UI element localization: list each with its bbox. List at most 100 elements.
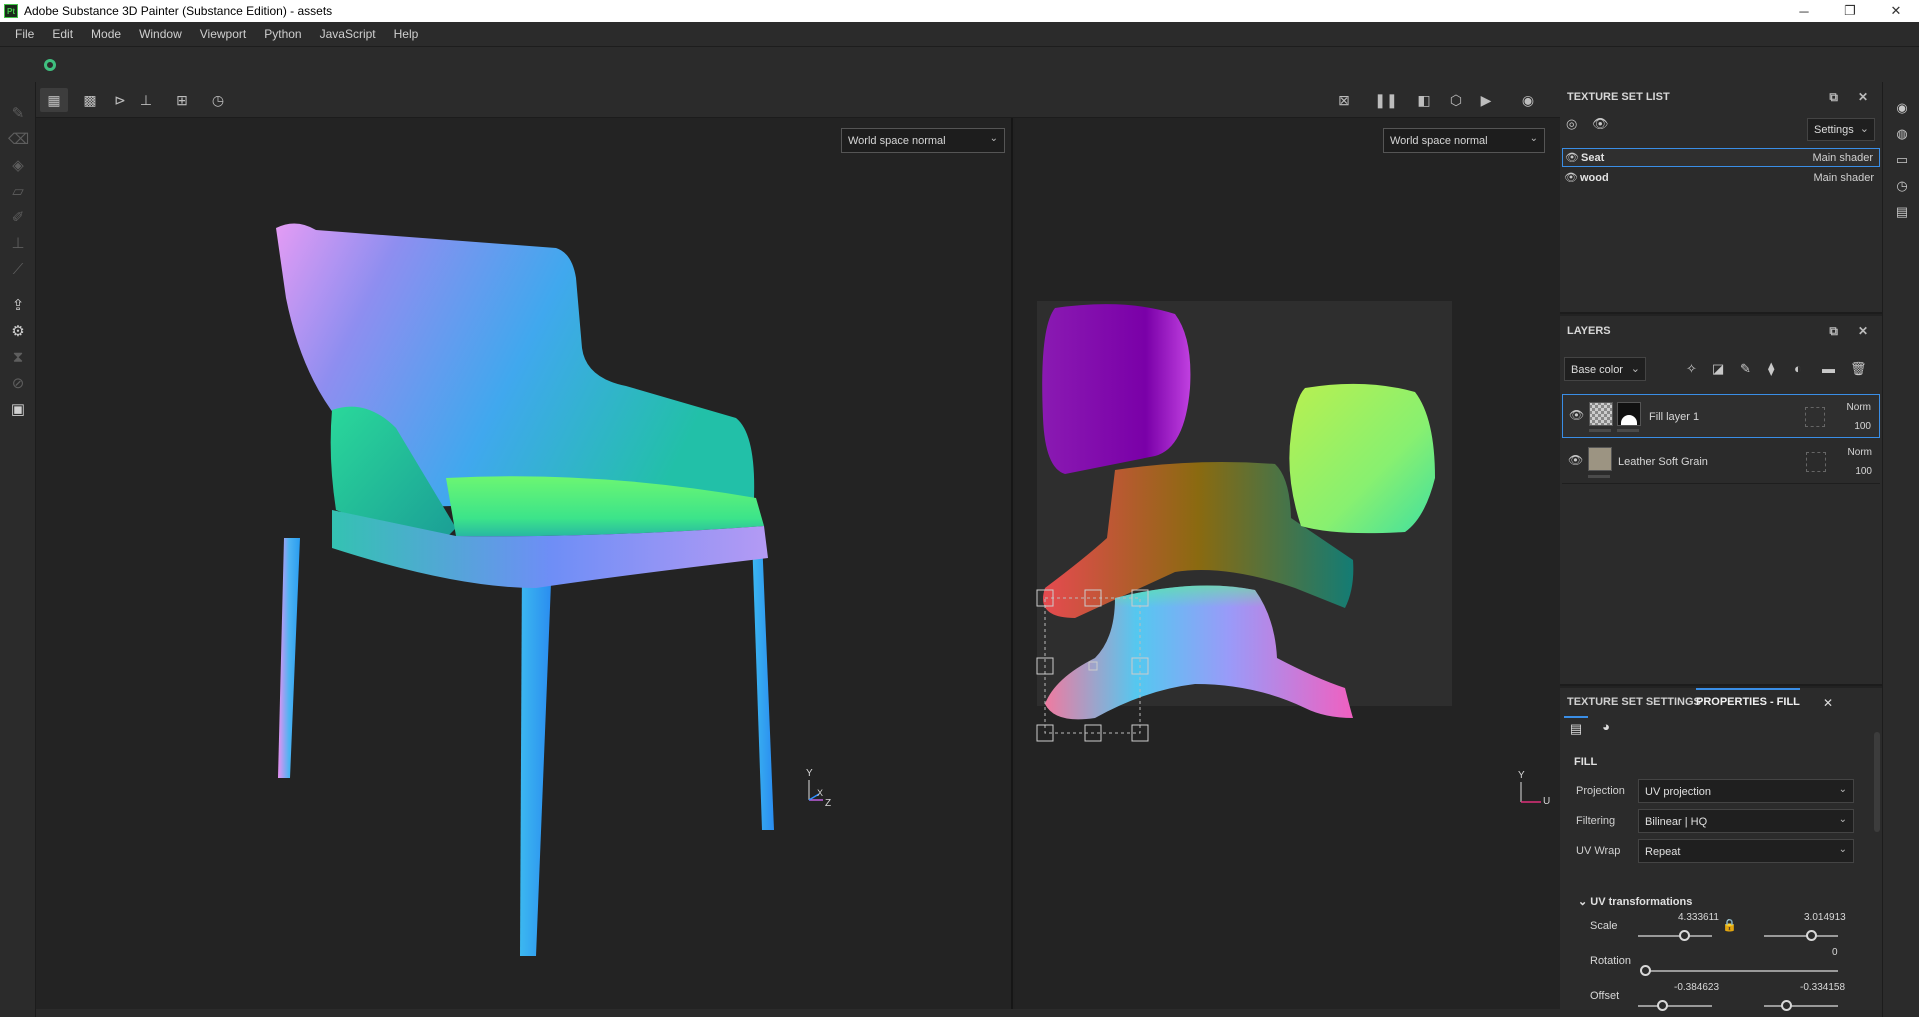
layout-grid-icon[interactable]: ▩ — [76, 88, 104, 112]
offset-v-slider[interactable] — [1764, 1005, 1838, 1007]
add-effect-icon[interactable]: ✧ — [1686, 361, 1697, 377]
offset-v-value[interactable]: -0.334158 — [1800, 982, 1845, 993]
cube-icon[interactable]: ⬡ — [1442, 88, 1470, 112]
layer-row-fill-layer-1[interactable]: 👁 Fill layer 1 Norm 100 — [1562, 394, 1880, 438]
menu-javascript[interactable]: JavaScript — [311, 27, 385, 41]
blend-mode[interactable]: Norm — [1847, 402, 1871, 413]
split-view-icon[interactable]: ◧ — [1410, 88, 1438, 112]
history-panel-icon[interactable]: ◷ — [1894, 178, 1910, 194]
visibility-eye-icon[interactable]: 👁 — [1568, 453, 1583, 467]
close-panel-icon[interactable]: ✕ — [1858, 324, 1868, 338]
clone-stamp-icon[interactable]: ⊥ — [8, 234, 28, 254]
close-panel-icon[interactable]: ✕ — [1858, 90, 1868, 104]
smudge-icon[interactable]: ✐ — [8, 208, 28, 228]
rotation-knob[interactable] — [1640, 965, 1651, 976]
fill-material-icon[interactable]: ▤ — [1564, 716, 1588, 740]
hide-all-icon[interactable]: ◎ — [1566, 116, 1577, 132]
history-icon[interactable]: ◷ — [204, 88, 232, 112]
menu-python[interactable]: Python — [255, 27, 310, 41]
delete-layer-icon[interactable]: 🗑 — [1850, 361, 1867, 377]
offset-u-knob[interactable] — [1657, 1000, 1668, 1011]
shader-settings-icon[interactable]: ◍ — [1894, 126, 1910, 142]
add-paint-layer-icon[interactable]: ✎ — [1740, 361, 1751, 377]
texture-set-row-seat[interactable]: 👁 Seat Main shader — [1562, 148, 1880, 167]
lock-icon[interactable]: 🔒 — [1722, 918, 1737, 932]
menu-help[interactable]: Help — [385, 27, 428, 41]
scale-u-knob[interactable] — [1679, 930, 1690, 941]
export-icon[interactable]: ▣ — [8, 400, 28, 420]
tab-properties-fill[interactable]: PROPERTIES - FILL — [1696, 688, 1800, 714]
scale-u-slider[interactable] — [1638, 935, 1712, 937]
offset-u-value[interactable]: -0.384623 — [1674, 982, 1719, 993]
undock-icon[interactable]: ⧉ — [1829, 90, 1838, 105]
layer-thumbnail[interactable] — [1588, 447, 1612, 471]
log-icon[interactable]: ▤ — [1894, 204, 1910, 220]
hourglass-icon[interactable]: ⧗ — [8, 348, 28, 368]
mirror-y-icon[interactable]: ⊥ — [132, 88, 160, 112]
visibility-eye-icon[interactable]: 👁 — [1563, 151, 1581, 164]
tab-texture-set-settings[interactable]: TEXTURE SET SETTINGS — [1567, 688, 1701, 714]
layer-opacity[interactable]: 100 — [1854, 421, 1871, 432]
texture-set-shader[interactable]: Main shader — [1813, 172, 1880, 184]
layer-name[interactable]: Leather Soft Grain — [1618, 456, 1708, 468]
viewer-settings-icon[interactable]: ▭ — [1894, 152, 1910, 168]
layer-thumbnail[interactable] — [1589, 402, 1613, 426]
menu-file[interactable]: File — [6, 27, 43, 41]
camera-icon[interactable]: ▶ — [1472, 88, 1500, 112]
bake-icon[interactable]: ⇪ — [8, 296, 28, 316]
close-window-button[interactable]: ✕ — [1873, 0, 1919, 22]
menu-edit[interactable]: Edit — [43, 27, 82, 41]
channel-dropdown[interactable]: Base color ⌄ — [1564, 357, 1646, 381]
3d-viewport[interactable]: World space normal ⌄ Y X Z — [36, 118, 1013, 1009]
scale-v-knob[interactable] — [1806, 930, 1817, 941]
mirror-x-icon[interactable]: ⊳ — [106, 88, 134, 112]
rotation-slider[interactable] — [1644, 970, 1838, 972]
visibility-eye-icon[interactable]: 👁 — [1569, 408, 1584, 422]
properties-scrollbar[interactable] — [1874, 732, 1880, 832]
projection-dropdown[interactable]: UV projection ⌄ — [1638, 779, 1854, 803]
polygon-fill-icon[interactable]: ▱ — [8, 182, 28, 202]
add-mask-icon[interactable]: ◪ — [1712, 361, 1724, 377]
close-tab-icon[interactable]: ✕ — [1823, 696, 1833, 710]
screenshot-icon[interactable]: ◉ — [1514, 88, 1542, 112]
texture-set-shader[interactable]: Main shader — [1812, 152, 1879, 164]
uv-transformations-toggle[interactable]: ⌄ UV transformations — [1578, 895, 1692, 908]
mask-thumbnail[interactable] — [1617, 402, 1641, 426]
layout-single-icon[interactable]: ▦ — [40, 88, 68, 112]
fit-view-icon[interactable]: ⊞ — [168, 88, 196, 112]
texture-set-row-wood[interactable]: 👁 wood Main shader — [1562, 168, 1880, 187]
add-folder-icon[interactable]: ▬ — [1822, 361, 1835, 376]
display-settings-icon[interactable]: ◉ — [1894, 100, 1910, 116]
scale-u-value[interactable]: 4.333611 — [1678, 912, 1719, 923]
layer-row-leather-soft-grain[interactable]: 👁 Leather Soft Grain Norm 100 — [1562, 440, 1880, 484]
filtering-dropdown[interactable]: Bilinear | HQ ⌄ — [1638, 809, 1854, 833]
2d-uv-viewport[interactable]: World space normal ⌄ Y U — [1015, 118, 1560, 1009]
undock-icon[interactable]: ⧉ — [1829, 324, 1838, 339]
uvwrap-dropdown[interactable]: Repeat ⌄ — [1638, 839, 1854, 863]
scale-v-value[interactable]: 3.014913 — [1804, 912, 1846, 923]
eye-icon[interactable]: 👁 — [1592, 116, 1609, 132]
blend-mode[interactable]: Norm — [1848, 447, 1872, 458]
pause-icon[interactable]: ❚❚ — [1372, 88, 1400, 112]
add-smart-material-icon[interactable]: ◐ — [1794, 361, 1802, 376]
layer-opacity[interactable]: 100 — [1855, 466, 1872, 477]
rotation-value[interactable]: 0 — [1832, 947, 1838, 958]
material-sphere-icon[interactable]: ◕ — [1594, 716, 1618, 740]
paint-brush-icon[interactable]: ✎ — [8, 104, 28, 124]
layer-name[interactable]: Fill layer 1 — [1649, 411, 1699, 423]
menu-window[interactable]: Window — [130, 27, 191, 41]
menu-mode[interactable]: Mode — [82, 27, 130, 41]
offset-u-slider[interactable] — [1638, 1005, 1712, 1007]
mask-icon[interactable]: ⊘ — [8, 374, 28, 394]
restore-button[interactable]: ❐ — [1827, 0, 1873, 22]
layer-mask-slot[interactable] — [1806, 452, 1826, 472]
add-fill-layer-icon[interactable]: ⧫ — [1768, 361, 1774, 377]
minimize-button[interactable]: ─ — [1781, 0, 1827, 22]
scale-v-slider[interactable] — [1764, 935, 1838, 937]
status-ring-icon[interactable] — [44, 59, 56, 71]
offset-v-knob[interactable] — [1781, 1000, 1792, 1011]
menu-viewport[interactable]: Viewport — [191, 27, 255, 41]
hide-icon[interactable]: ⊠ — [1330, 88, 1358, 112]
projection-icon[interactable]: ◈ — [8, 156, 28, 176]
settings-cog-icon[interactable]: ⚙ — [8, 322, 28, 342]
